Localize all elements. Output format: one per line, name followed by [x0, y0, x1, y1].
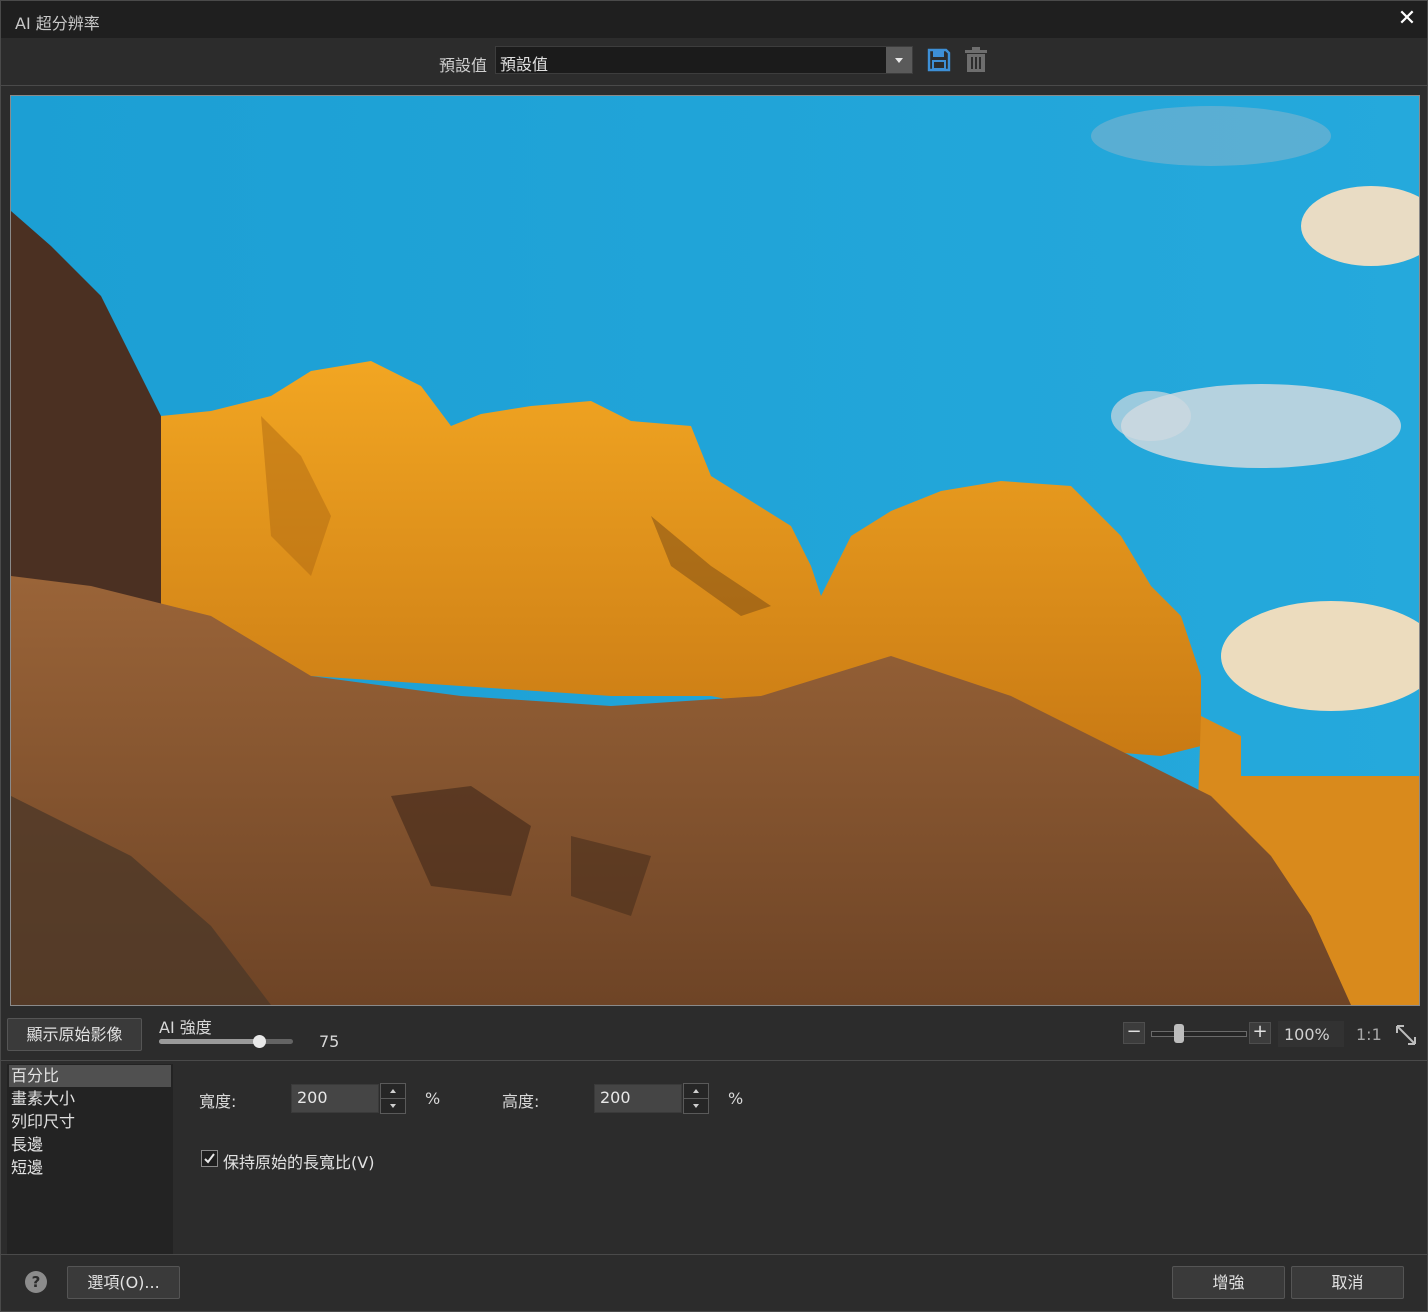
mode-item-print-size[interactable]: 列印尺寸	[9, 1111, 171, 1133]
width-unit: %	[425, 1089, 441, 1108]
keep-aspect-ratio-checkbox[interactable]	[201, 1150, 218, 1167]
trash-icon[interactable]	[964, 47, 988, 73]
chevron-up-icon[interactable]	[381, 1084, 405, 1099]
zoom-slider-thumb[interactable]	[1174, 1024, 1184, 1043]
show-original-button[interactable]: 顯示原始影像	[7, 1018, 142, 1051]
chevron-down-icon[interactable]	[381, 1099, 405, 1113]
options-button[interactable]: 選項(O)...	[67, 1266, 180, 1299]
divider	[1, 1060, 1427, 1061]
preview-image[interactable]	[10, 95, 1420, 1006]
cancel-button[interactable]: 取消	[1291, 1266, 1404, 1299]
help-icon[interactable]: ?	[25, 1271, 47, 1293]
mode-item-pixel-size[interactable]: 畫素大小	[9, 1088, 171, 1110]
zoom-out-button[interactable]: −	[1123, 1022, 1145, 1044]
zoom-slider[interactable]	[1151, 1031, 1247, 1037]
enhance-button[interactable]: 增強	[1172, 1266, 1285, 1299]
keep-aspect-ratio-label[interactable]: 保持原始的長寬比(V)	[223, 1149, 374, 1173]
zoom-value: 100%	[1284, 1025, 1330, 1044]
preset-selected-value: 預設值	[500, 55, 549, 74]
title-bar: AI 超分辨率 ✕	[1, 1, 1427, 38]
checkmark-icon	[204, 1153, 215, 1164]
close-button[interactable]: ✕	[1395, 7, 1419, 31]
window-title: AI 超分辨率	[15, 14, 100, 33]
save-icon[interactable]	[927, 48, 951, 72]
resize-diagonal-icon[interactable]	[1394, 1023, 1418, 1047]
preset-label: 預設值	[439, 56, 488, 75]
ai-strength-value: 75	[319, 1032, 340, 1051]
ai-strength-slider-fill	[159, 1039, 260, 1044]
width-stepper[interactable]	[380, 1083, 406, 1114]
divider	[1, 1254, 1427, 1255]
divider	[1, 85, 1427, 86]
height-unit: %	[728, 1089, 744, 1108]
ai-strength-slider-thumb[interactable]	[253, 1035, 266, 1048]
chevron-down-icon[interactable]	[886, 47, 912, 73]
resize-mode-list: 百分比 畫素大小 列印尺寸 長邊 短邊	[7, 1064, 173, 1254]
mode-item-long-side[interactable]: 長邊	[9, 1134, 171, 1156]
height-value: 200	[600, 1088, 631, 1107]
ai-super-resolution-dialog: AI 超分辨率 ✕ 預設值 預設值 顯示原始影像 AI 強度 75 − + 10…	[0, 0, 1428, 1312]
width-label: 寬度:	[199, 1092, 237, 1111]
chevron-up-icon[interactable]	[684, 1084, 708, 1099]
mode-item-short-side[interactable]: 短邊	[9, 1157, 171, 1179]
mode-item-percentage[interactable]: 百分比	[9, 1065, 171, 1087]
chevron-down-icon[interactable]	[684, 1099, 708, 1113]
preset-dropdown[interactable]: 預設值	[495, 46, 913, 74]
height-stepper[interactable]	[683, 1083, 709, 1114]
zoom-in-button[interactable]: +	[1249, 1022, 1271, 1044]
zoom-actual-size-button[interactable]: 1:1	[1356, 1025, 1382, 1044]
height-label: 高度:	[502, 1092, 540, 1111]
width-value: 200	[297, 1088, 328, 1107]
ai-strength-label: AI 強度	[159, 1018, 212, 1037]
